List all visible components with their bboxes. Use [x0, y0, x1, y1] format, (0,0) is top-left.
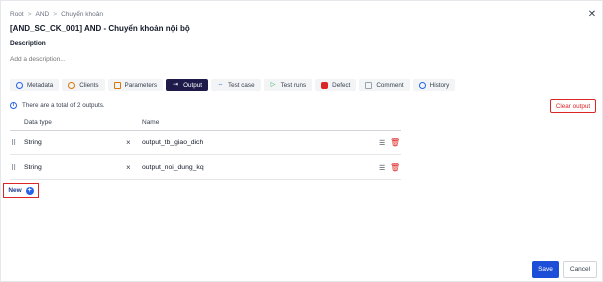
parameters-icon — [113, 81, 121, 89]
save-button[interactable]: Save — [532, 261, 559, 278]
tab-metadata[interactable]: Metadata — [10, 79, 60, 91]
name-cell[interactable]: output_noi_dung_kq — [142, 164, 204, 171]
tab-test-case[interactable]: ⇔ Test case — [210, 79, 261, 91]
drag-handle-icon[interactable]: ⠿ — [11, 139, 16, 147]
breadcrumb: Root > AND > Chuyển khoản — [10, 11, 103, 18]
breadcrumb-separator: > — [27, 11, 32, 18]
tab-history[interactable]: History — [412, 79, 456, 91]
tab-clients[interactable]: Clients — [62, 79, 105, 91]
tab-label: Test case — [227, 81, 255, 89]
play-icon: ▷ — [270, 81, 276, 88]
clear-type-icon[interactable]: × — [126, 138, 131, 147]
data-type-cell[interactable]: String — [24, 139, 42, 146]
drag-handle-icon[interactable]: ⠿ — [11, 164, 16, 172]
tab-comment[interactable]: Comment — [359, 79, 410, 91]
clear-type-icon[interactable]: × — [126, 163, 131, 172]
tab-label: Output — [183, 81, 202, 89]
tab-label: Test runs — [280, 81, 307, 89]
trash-icon[interactable]: 🗑 — [390, 138, 400, 147]
breadcrumb-current[interactable]: Chuyển khoản — [61, 11, 103, 18]
tab-parameters[interactable]: Parameters — [107, 79, 164, 91]
metadata-icon — [16, 81, 23, 89]
bug-icon — [321, 81, 329, 89]
tab-bar: Metadata Clients Parameters ⇥ Output ⇔ T… — [10, 79, 456, 91]
test-case-icon: ⇔ — [217, 81, 224, 88]
name-cell[interactable]: output_tb_giao_dich — [142, 139, 203, 146]
comment-icon — [365, 81, 373, 89]
plus-icon: + — [25, 186, 34, 195]
tab-label: Defect — [332, 81, 351, 89]
column-header-data-type: Data type — [24, 119, 52, 126]
table-header: Data type Name — [10, 116, 401, 131]
breadcrumb-separator: > — [53, 11, 58, 18]
info-text: There are a total of 2 outputs. — [22, 102, 105, 109]
new-output-button[interactable]: New + — [3, 183, 39, 198]
list-icon[interactable]: ☰ — [379, 164, 385, 172]
tab-defect[interactable]: Defect — [315, 79, 357, 91]
trash-icon[interactable]: 🗑 — [390, 163, 400, 172]
close-icon[interactable]: ✕ — [587, 10, 597, 20]
breadcrumb-root[interactable]: Root — [10, 11, 24, 18]
column-header-name: Name — [142, 119, 160, 126]
tab-label: Comment — [376, 81, 404, 89]
tab-label: Metadata — [27, 81, 54, 89]
breadcrumb-and[interactable]: AND — [36, 11, 50, 18]
tab-test-runs[interactable]: ▷ Test runs — [263, 79, 313, 91]
table-row: ⠿ String × output_tb_giao_dich ☰ 🗑 — [10, 131, 401, 155]
new-label: New — [8, 187, 22, 194]
page-title: [AND_SC_CK_001] AND - Chuyển khoản nội b… — [10, 24, 190, 33]
table-row: ⠿ String × output_noi_dung_kq ☰ 🗑 — [10, 156, 401, 180]
output-icon: ⇥ — [173, 81, 179, 88]
data-type-cell[interactable]: String — [24, 164, 42, 171]
history-icon — [418, 81, 426, 89]
list-icon[interactable]: ☰ — [379, 139, 385, 147]
description-label: Description — [10, 40, 46, 47]
clear-output-button[interactable]: Clear output — [550, 99, 596, 113]
tab-label: History — [429, 81, 450, 89]
clients-icon — [68, 81, 76, 89]
cancel-button[interactable]: Cancel — [563, 261, 597, 278]
description-input[interactable] — [10, 56, 310, 63]
info-icon: i — [10, 102, 17, 109]
dialog-frame: Root > AND > Chuyển khoản ✕ [AND_SC_CK_0… — [0, 0, 603, 282]
tab-output[interactable]: ⇥ Output — [166, 79, 208, 91]
tab-label: Parameters — [124, 81, 158, 89]
output-count-info: i There are a total of 2 outputs. — [10, 102, 105, 109]
tab-label: Clients — [79, 81, 99, 89]
